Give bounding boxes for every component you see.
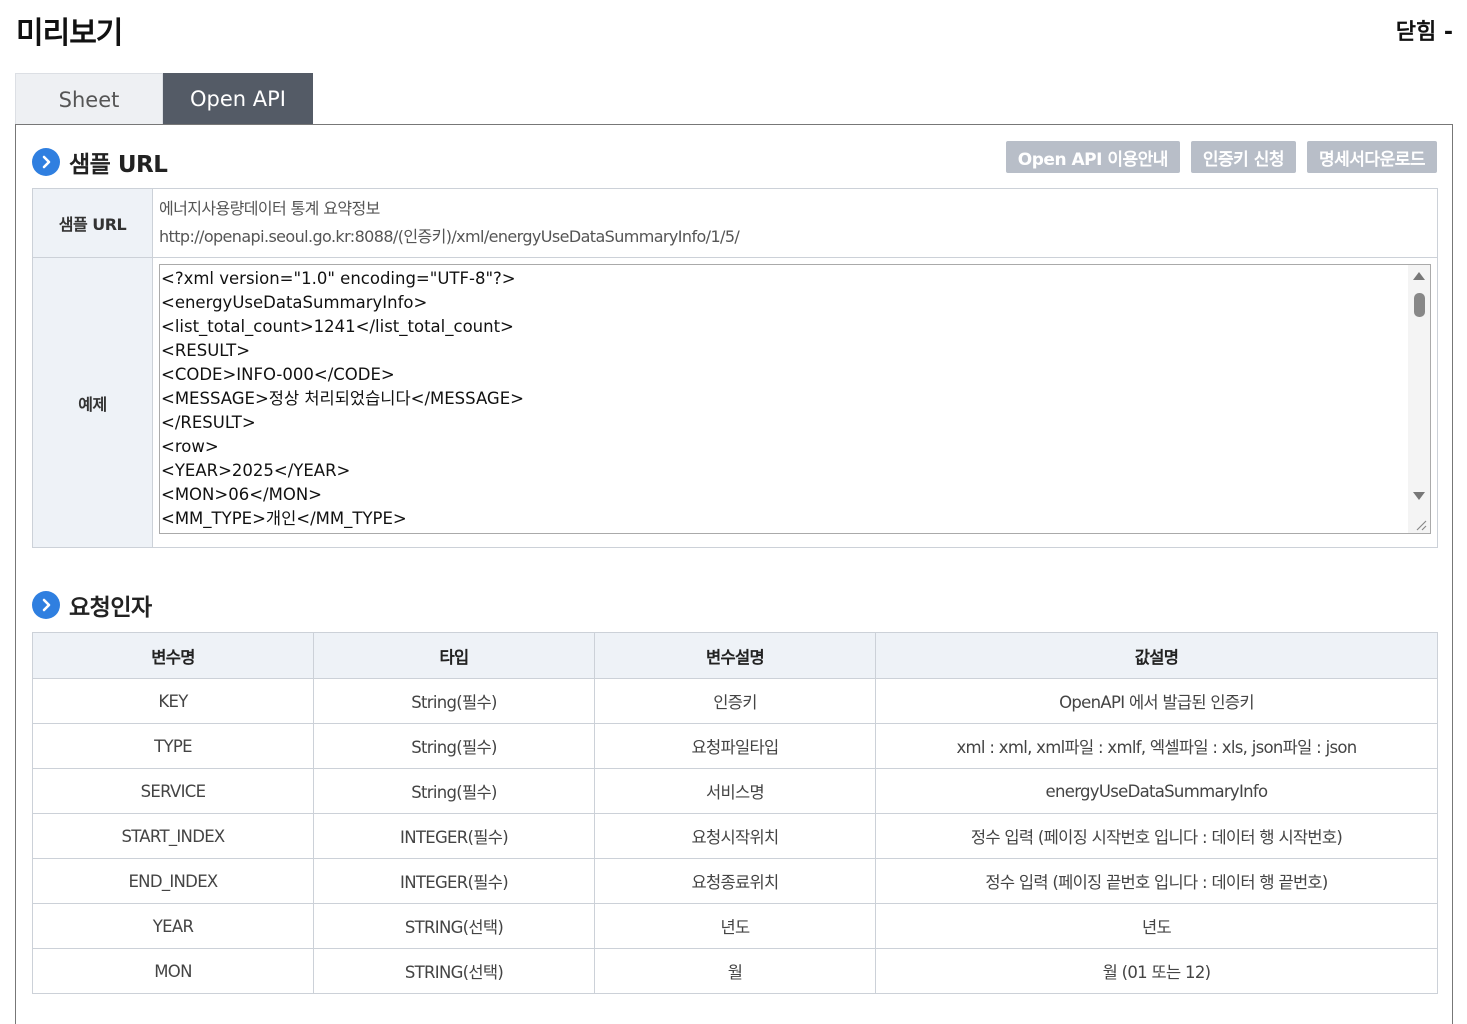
table-row: END_INDEX INTEGER(필수) 요청종료위치 정수 입력 (페이징 … bbox=[32, 858, 1438, 904]
table-row: MON STRING(선택) 월 월 (01 또는 12) bbox=[32, 948, 1438, 994]
chevron-right-circle-icon bbox=[32, 148, 60, 176]
table-cell: OpenAPI 에서 발급된 인증키 bbox=[875, 678, 1438, 724]
table-row: SERVICE String(필수) 서비스명 energyUseDataSum… bbox=[32, 768, 1438, 814]
tab-bar: Sheet Open API bbox=[15, 73, 313, 125]
table-cell: 년도 bbox=[594, 903, 876, 949]
request-params-heading: 요청인자 bbox=[32, 588, 152, 622]
table-row: YEAR STRING(선택) 년도 년도 bbox=[32, 903, 1438, 949]
sample-url-link[interactable]: http://openapi.seoul.go.kr:8088/(인증키)/xm… bbox=[159, 223, 1431, 251]
close-button[interactable]: 닫힘 - bbox=[1396, 14, 1453, 46]
column-header: 타입 bbox=[313, 632, 595, 679]
table-cell: INTEGER(필수) bbox=[313, 858, 595, 904]
example-label: 예제 bbox=[32, 257, 153, 548]
code-line: <?xml version="1.0" encoding="UTF-8"?> bbox=[161, 269, 516, 288]
table-cell: SERVICE bbox=[32, 768, 314, 814]
table-cell: 년도 bbox=[875, 903, 1438, 949]
code-line: <YEAR>2025</YEAR> bbox=[161, 461, 351, 480]
auth-key-request-button[interactable]: 인증키 신청 bbox=[1190, 141, 1297, 173]
table-cell: 서비스명 bbox=[594, 768, 876, 814]
table-cell: 정수 입력 (페이징 끝번호 입니다 : 데이터 행 끝번호) bbox=[875, 858, 1438, 904]
table-cell: END_INDEX bbox=[32, 858, 314, 904]
column-header: 값설명 bbox=[875, 632, 1438, 679]
code-line: <MESSAGE>정상 처리되었습니다</MESSAGE> bbox=[161, 389, 524, 408]
resize-grip-icon[interactable] bbox=[1414, 517, 1428, 531]
table-cell: 요청시작위치 bbox=[594, 813, 876, 859]
tab-open-api[interactable]: Open API bbox=[163, 73, 313, 125]
table-cell: TYPE bbox=[32, 723, 314, 769]
table-cell: MON bbox=[32, 948, 314, 994]
page-title: 미리보기 bbox=[16, 16, 123, 51]
table-cell: String(필수) bbox=[313, 723, 595, 769]
scroll-down-arrow-icon[interactable] bbox=[1413, 492, 1425, 500]
table-cell: YEAR bbox=[32, 903, 314, 949]
table-cell: energyUseDataSummaryInfo bbox=[875, 768, 1438, 814]
code-line: <MM_TYPE>개인</MM_TYPE> bbox=[161, 509, 407, 528]
spec-download-button[interactable]: 명세서다운로드 bbox=[1307, 141, 1437, 173]
request-params-table: 변수명 타입 변수설명 값설명 KEY String(필수) 인증키 OpenA… bbox=[32, 632, 1438, 994]
scroll-up-arrow-icon[interactable] bbox=[1413, 272, 1425, 280]
code-line: <energyUseDataSummaryInfo> bbox=[161, 293, 428, 312]
table-cell: START_INDEX bbox=[32, 813, 314, 859]
code-line: <RESULT> bbox=[161, 341, 251, 360]
table-row: START_INDEX INTEGER(필수) 요청시작위치 정수 입력 (페이… bbox=[32, 813, 1438, 859]
open-api-panel: 샘플 URL Open API 이용안내 인증키 신청 명세서다운로드 샘플 U… bbox=[15, 124, 1453, 1024]
example-cell: <?xml version="1.0" encoding="UTF-8"?> <… bbox=[152, 257, 1438, 548]
sample-url-cell: 에너지사용량데이터 통계 요약정보 http://openapi.seoul.g… bbox=[152, 188, 1438, 258]
table-cell: STRING(선택) bbox=[313, 948, 595, 994]
table-cell: STRING(선택) bbox=[313, 903, 595, 949]
scroll-thumb[interactable] bbox=[1414, 293, 1425, 317]
sample-url-description: 에너지사용량데이터 통계 요약정보 bbox=[159, 199, 380, 218]
sample-url-heading: 샘플 URL bbox=[32, 145, 168, 179]
column-header: 변수명 bbox=[32, 632, 314, 679]
header: 미리보기 닫힘 - bbox=[0, 0, 1467, 60]
column-header: 변수설명 bbox=[594, 632, 876, 679]
code-line: <row> bbox=[161, 437, 219, 456]
table-cell: INTEGER(필수) bbox=[313, 813, 595, 859]
code-line: <MON>06</MON> bbox=[161, 485, 322, 504]
api-guide-button[interactable]: Open API 이용안내 bbox=[1005, 141, 1180, 173]
chevron-right-circle-icon bbox=[32, 591, 60, 619]
section-title: 샘플 URL bbox=[69, 152, 168, 178]
table-cell: 정수 입력 (페이징 시작번호 입니다 : 데이터 행 시작번호) bbox=[875, 813, 1438, 859]
table-cell: KEY bbox=[32, 678, 314, 724]
table-cell: 월 (01 또는 12) bbox=[875, 948, 1438, 994]
code-line: <CODE>INFO-000</CODE> bbox=[161, 365, 395, 384]
table-cell: 요청파일타입 bbox=[594, 723, 876, 769]
table-cell: xml : xml, xml파일 : xmlf, 엑셀파일 : xls, jso… bbox=[875, 723, 1438, 769]
table-cell: String(필수) bbox=[313, 678, 595, 724]
table-cell: String(필수) bbox=[313, 768, 595, 814]
example-textarea[interactable]: <?xml version="1.0" encoding="UTF-8"?> <… bbox=[159, 264, 1431, 534]
table-cell: 요청종료위치 bbox=[594, 858, 876, 904]
table-row: KEY String(필수) 인증키 OpenAPI 에서 발급된 인증키 bbox=[32, 678, 1438, 724]
vertical-scrollbar[interactable] bbox=[1408, 265, 1430, 533]
sample-url-table: 샘플 URL 에너지사용량데이터 통계 요약정보 http://openapi.… bbox=[32, 188, 1438, 548]
code-line: </RESULT> bbox=[161, 413, 256, 432]
sample-url-label: 샘플 URL bbox=[32, 188, 153, 258]
table-cell: 인증키 bbox=[594, 678, 876, 724]
example-code: <?xml version="1.0" encoding="UTF-8"?> <… bbox=[160, 265, 1430, 531]
tab-sheet[interactable]: Sheet bbox=[15, 73, 163, 125]
table-row: TYPE String(필수) 요청파일타입 xml : xml, xml파일 … bbox=[32, 723, 1438, 769]
section-title: 요청인자 bbox=[69, 595, 152, 621]
action-buttons: Open API 이용안내 인증키 신청 명세서다운로드 bbox=[1005, 141, 1437, 173]
table-cell: 월 bbox=[594, 948, 876, 994]
code-line: <list_total_count>1241</list_total_count… bbox=[161, 317, 514, 336]
